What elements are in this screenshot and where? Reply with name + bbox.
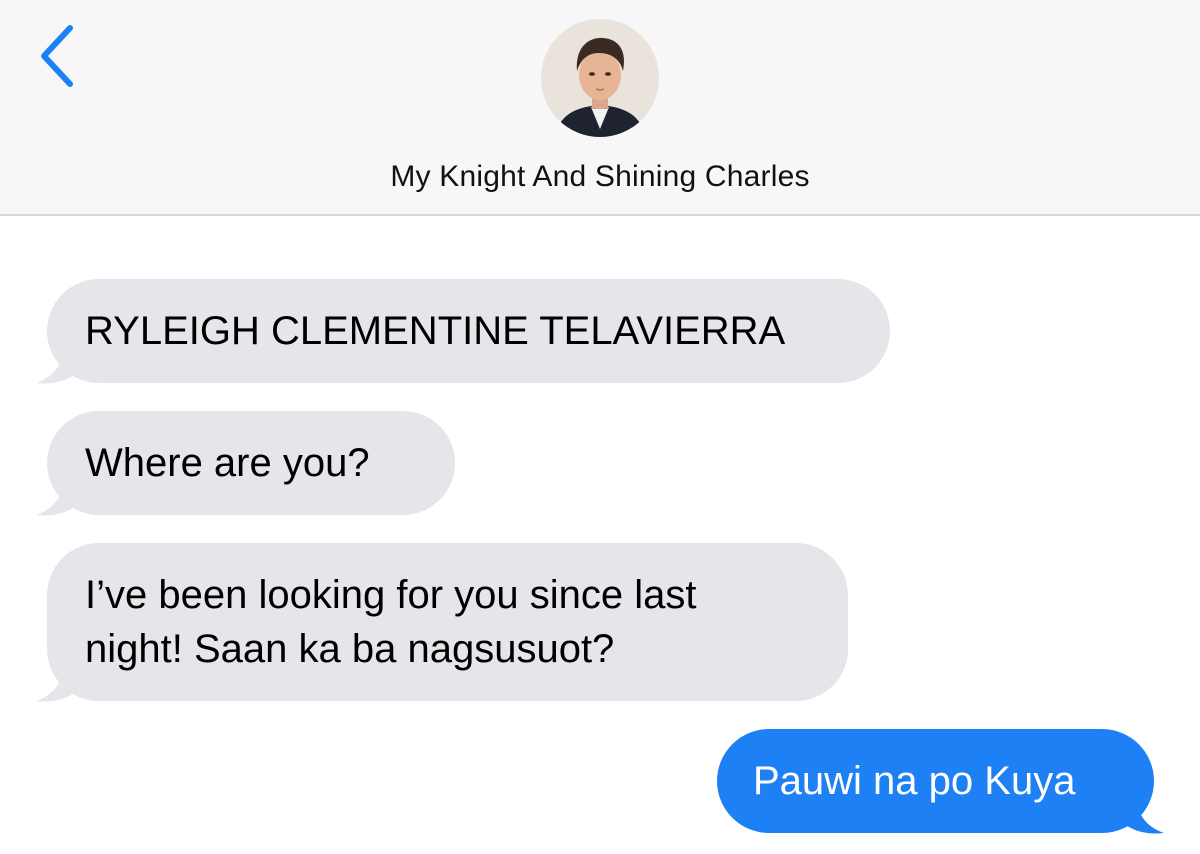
conversation-screen: My Knight And Shining Charles RYLEIGH CL… bbox=[0, 0, 1200, 854]
message-bubble-incoming[interactable]: RYLEIGH CLEMENTINE TELAVIERRA bbox=[47, 279, 890, 383]
back-button[interactable] bbox=[28, 20, 88, 90]
contact-avatar[interactable] bbox=[541, 19, 659, 137]
message-text-line: night! Saan ka ba nagsusuot? bbox=[85, 627, 615, 671]
message-bubble-outgoing[interactable]: Pauwi na po Kuya bbox=[717, 729, 1154, 833]
message-text: Pauwi na po Kuya bbox=[753, 759, 1076, 803]
bubble-tail bbox=[1126, 795, 1166, 835]
bubble-tail bbox=[34, 345, 74, 385]
chevron-left-icon bbox=[41, 25, 73, 87]
message-text-line: I’ve been looking for you since last bbox=[85, 573, 697, 617]
message-text: RYLEIGH CLEMENTINE TELAVIERRA bbox=[85, 309, 786, 353]
bubble-tail bbox=[34, 663, 74, 703]
message-text: Where are you? bbox=[85, 441, 370, 485]
conversation-header: My Knight And Shining Charles bbox=[0, 0, 1200, 216]
contact-name[interactable]: My Knight And Shining Charles bbox=[0, 160, 1200, 194]
avatar-photo bbox=[541, 19, 659, 137]
message-bubble-incoming[interactable]: Where are you? bbox=[47, 411, 455, 515]
bubble-tail bbox=[34, 477, 74, 517]
message-bubble-incoming[interactable]: I’ve been looking for you since last nig… bbox=[47, 543, 848, 701]
